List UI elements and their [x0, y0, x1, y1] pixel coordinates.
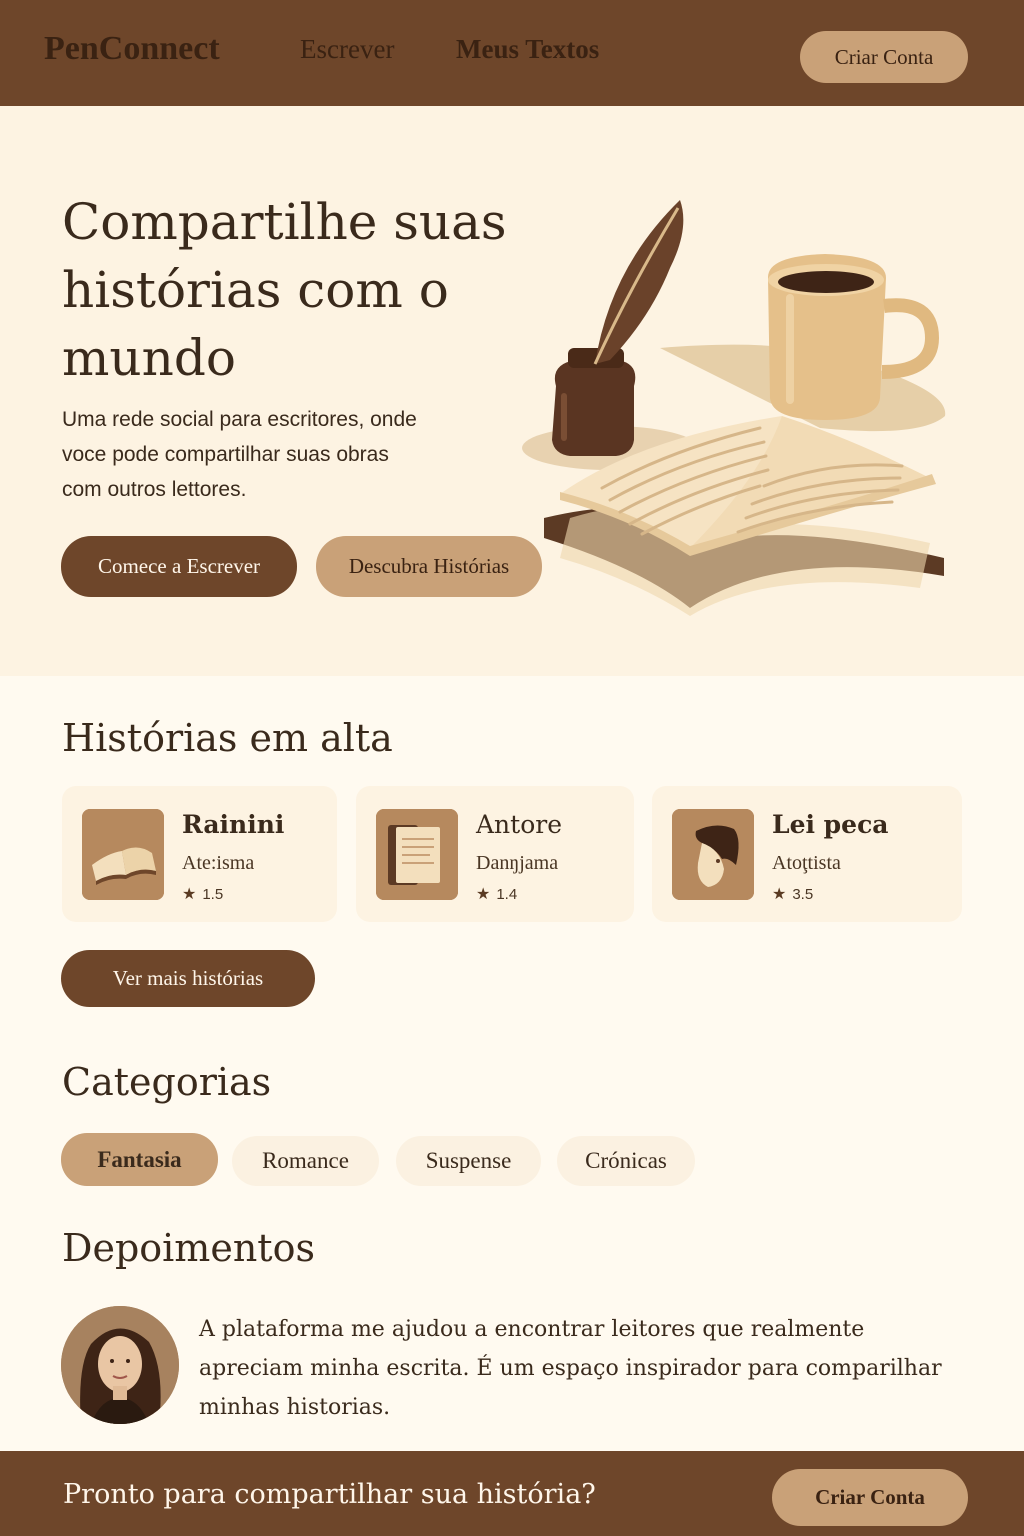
story-rating: ★ 3.5: [772, 886, 814, 903]
nav-meus-textos[interactable]: Meus Textos: [456, 34, 599, 65]
story-author: Ate:isma: [182, 852, 255, 874]
top-navbar: PenConnect Escrever Meus Textos Criar Co…: [0, 0, 1024, 106]
story-title: Lei peca: [772, 810, 889, 839]
brand-logo[interactable]: PenConnect: [44, 30, 220, 68]
star-icon: ★: [476, 886, 491, 903]
story-author: Atoţtista: [772, 852, 841, 874]
hero-title: Compartilhe suas histórias com o mundo: [62, 193, 507, 387]
open-book-icon: [82, 809, 164, 900]
nav-escrever[interactable]: Escrever: [300, 34, 394, 65]
story-card[interactable]: Antore Danŋjama ★ 1.4: [356, 786, 634, 922]
start-writing-button[interactable]: Comece a Escrever: [61, 536, 297, 597]
story-title: Rainini: [182, 810, 285, 839]
footer-text: Pronto para compartilhar sua história?: [63, 1479, 596, 1510]
categories-title: Categorias: [62, 1060, 272, 1104]
portrait-icon: [672, 809, 754, 900]
document-icon: [376, 809, 458, 900]
discover-stories-button[interactable]: Descubra Histórias: [316, 536, 542, 597]
avatar: [61, 1306, 179, 1424]
category-chip-fantasia[interactable]: Fantasia: [61, 1133, 218, 1186]
star-icon: ★: [182, 886, 197, 903]
story-card[interactable]: Lei peca Atoţtista ★ 3.5: [652, 786, 962, 922]
book-coffee-quill-illustration: [522, 200, 946, 616]
testimonials-title: Depoimentos: [62, 1226, 315, 1270]
story-author: Danŋjama: [476, 852, 559, 874]
category-chip-suspense[interactable]: Suspense: [396, 1136, 541, 1186]
footer-create-account-button[interactable]: Criar Conta: [772, 1469, 968, 1526]
category-chip-cronicas[interactable]: Crónicas: [557, 1136, 695, 1186]
hero-subtitle: Uma rede social para escritores, onde vo…: [62, 408, 417, 501]
story-card[interactable]: Rainini Ate:isma ★ 1.5: [62, 786, 337, 922]
story-rating: ★ 1.4: [476, 886, 518, 903]
footer-cta-bar: Pronto para compartilhar sua história? C…: [0, 1451, 1024, 1536]
story-rating: ★ 1.5: [182, 886, 224, 903]
category-chip-romance[interactable]: Romance: [232, 1136, 379, 1186]
see-more-stories-button[interactable]: Ver mais histórias: [61, 950, 315, 1007]
hero-section: Compartilhe suas histórias com o mundo U…: [0, 106, 1024, 676]
create-account-button[interactable]: Criar Conta: [800, 31, 968, 83]
story-title: Antore: [476, 810, 562, 839]
trending-title: Histórias em alta: [62, 716, 393, 760]
testimonial-quote: A plataforma me ajudou a encontrar leito…: [199, 1317, 942, 1420]
star-icon: ★: [772, 886, 787, 903]
